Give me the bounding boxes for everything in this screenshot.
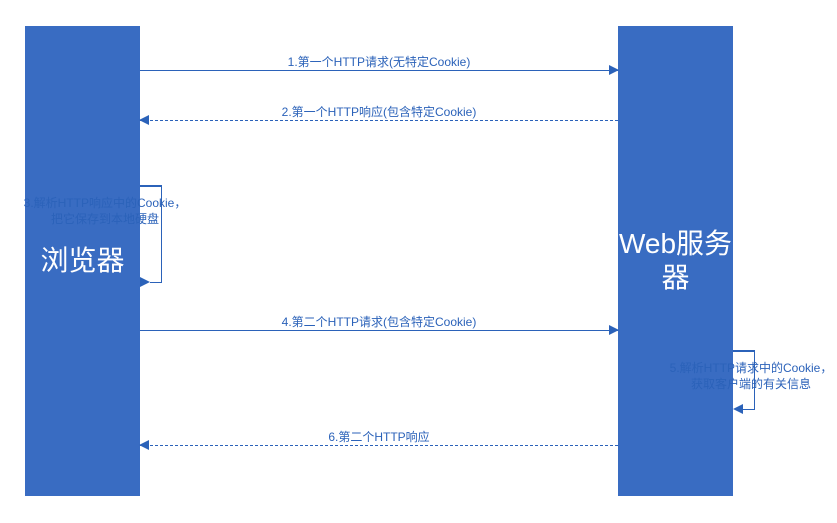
arrow-left-icon bbox=[139, 115, 149, 125]
msg-1-lane: 1.第一个HTTP请求(无特定Cookie) bbox=[140, 70, 618, 71]
msg-4-lane: 4.第二个HTTP请求(包含特定Cookie) bbox=[140, 330, 618, 331]
actor-browser: 浏览器 bbox=[25, 26, 140, 496]
arrow-left-into-block-icon bbox=[140, 277, 150, 287]
msg-4-label: 4.第二个HTTP请求(包含特定Cookie) bbox=[140, 313, 618, 330]
arrow-left-icon bbox=[139, 440, 149, 450]
msg-1-label: 1.第一个HTTP请求(无特定Cookie) bbox=[140, 53, 618, 70]
sequence-diagram: 浏览器 Web服务器 1.第一个HTTP请求(无特定Cookie) 2.第一个H… bbox=[0, 0, 837, 523]
arrow-right-icon bbox=[609, 65, 619, 75]
msg-6-lane: 6.第二个HTTP响应 bbox=[140, 445, 618, 446]
self-msg-5-label: 5.解析HTTP请求中的Cookie， 获取客户端的有关信息 bbox=[666, 360, 836, 392]
actor-web-server: Web服务器 bbox=[618, 26, 733, 496]
self-msg-3-label: 3.解析HTTP响应中的Cookie， 把它保存到本地硬盘 bbox=[20, 195, 190, 227]
actor-web-server-label: Web服务器 bbox=[618, 227, 733, 294]
actor-browser-label: 浏览器 bbox=[40, 244, 124, 278]
msg-6-label: 6.第二个HTTP响应 bbox=[140, 428, 618, 445]
msg-2-label: 2.第一个HTTP响应(包含特定Cookie) bbox=[140, 103, 618, 120]
arrow-right-icon bbox=[609, 325, 619, 335]
arrow-right-into-block-icon bbox=[733, 404, 743, 414]
msg-2-lane: 2.第一个HTTP响应(包含特定Cookie) bbox=[140, 120, 618, 121]
